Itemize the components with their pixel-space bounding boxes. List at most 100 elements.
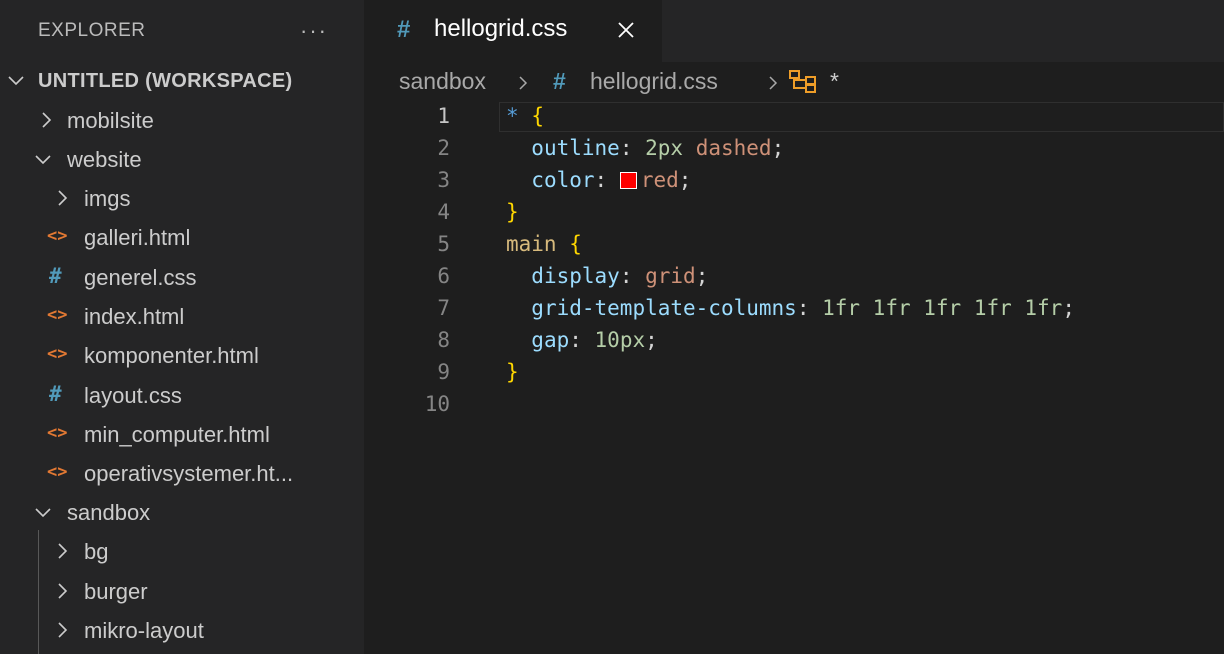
code-token: gap bbox=[531, 328, 570, 352]
tree-item-label: bg bbox=[84, 539, 109, 564]
tree-item-label: burger bbox=[84, 579, 148, 604]
code-line: 5 main { bbox=[364, 230, 1224, 262]
code-token: dashed bbox=[695, 136, 772, 160]
tree-item-label: layout.css bbox=[84, 383, 182, 408]
code-token: { bbox=[569, 232, 582, 256]
code-token: color bbox=[531, 168, 595, 192]
tree-item-website[interactable]: website bbox=[0, 140, 364, 179]
chevron-down-icon bbox=[8, 76, 24, 86]
tree-item-sandbox[interactable]: sandbox bbox=[0, 493, 364, 532]
close-icon[interactable] bbox=[616, 20, 636, 40]
workspace-label: UNTITLED (WORKSPACE) bbox=[38, 69, 293, 92]
code-token: { bbox=[531, 104, 544, 128]
tree-item-label: website bbox=[67, 147, 142, 172]
line-number: 5 bbox=[437, 232, 450, 256]
chevron-right-icon bbox=[58, 622, 68, 638]
tab-bar: # hellogrid.css bbox=[364, 0, 1224, 62]
tree-item-min-computer-html[interactable]: <> min_computer.html bbox=[0, 415, 364, 454]
tree-item-label: sandbox bbox=[67, 500, 151, 525]
html-file-icon: <> bbox=[47, 462, 68, 482]
tree-item-galleri-html[interactable]: <> galleri.html bbox=[0, 218, 364, 257]
code-line: 9 } bbox=[364, 358, 1224, 390]
explorer-sidebar: EXPLORER ··· UNTITLED (WORKSPACE) mobils… bbox=[0, 0, 364, 654]
code-line: 2 outline: 2px dashed; bbox=[364, 134, 1224, 166]
chevron-right-icon bbox=[58, 583, 68, 599]
code-line: 3 color: red; bbox=[364, 166, 1224, 198]
code-line: 6 display: grid; bbox=[364, 262, 1224, 294]
tree-item-layout-css[interactable]: # layout.css bbox=[0, 376, 364, 415]
chevron-right-icon bbox=[58, 543, 68, 559]
breadcrumb-file[interactable]: hellogrid.css bbox=[590, 68, 718, 95]
html-file-icon: <> bbox=[47, 344, 68, 364]
line-number: 4 bbox=[437, 200, 450, 224]
code-line: 8 gap: 10px; bbox=[364, 326, 1224, 358]
tree-item-label: index.html bbox=[84, 304, 185, 329]
line-number: 10 bbox=[424, 392, 450, 416]
tree-item-label: mikro-layout bbox=[84, 618, 204, 643]
color-swatch[interactable] bbox=[619, 172, 637, 189]
css-file-icon: # bbox=[49, 264, 62, 288]
chevron-right-icon bbox=[42, 112, 52, 128]
html-file-icon: <> bbox=[47, 305, 68, 325]
more-actions-icon[interactable]: ··· bbox=[300, 18, 328, 44]
tree-item-imgs[interactable]: imgs bbox=[0, 179, 364, 218]
chevron-down-icon bbox=[35, 155, 51, 165]
breadcrumb-symbol[interactable]: * bbox=[830, 68, 839, 95]
css-file-icon: # bbox=[49, 382, 62, 406]
tree-item-label: galleri.html bbox=[84, 225, 191, 250]
tree-item-mikro-layout[interactable]: mikro-layout bbox=[0, 611, 364, 650]
line-number: 2 bbox=[437, 136, 450, 160]
workspace-root[interactable]: UNTITLED (WORKSPACE) bbox=[0, 62, 364, 100]
line-number: 1 bbox=[437, 104, 450, 128]
css-file-icon: # bbox=[397, 16, 411, 43]
code-editor[interactable]: 1 * { 2 outline: 2px dashed; 3 color: re… bbox=[364, 102, 1224, 654]
code-token: * bbox=[506, 104, 519, 128]
symbol-structure-icon bbox=[789, 70, 816, 93]
line-number: 6 bbox=[437, 264, 450, 288]
chevron-right-icon bbox=[769, 76, 778, 90]
tree-item-komponenter-html[interactable]: <> komponenter.html bbox=[0, 336, 364, 375]
breadcrumb: sandbox # hellogrid.css * bbox=[364, 62, 1224, 104]
line-number: 3 bbox=[437, 168, 450, 192]
code-token: main bbox=[506, 232, 557, 256]
tree-item-burger[interactable]: burger bbox=[0, 572, 364, 611]
line-number: 8 bbox=[437, 328, 450, 352]
code-token: display bbox=[531, 264, 620, 288]
css-file-icon: # bbox=[553, 68, 566, 94]
code-token: 10px bbox=[594, 328, 646, 352]
tree-item-label: mobilsite bbox=[67, 108, 154, 133]
code-line: 1 * { bbox=[364, 102, 1224, 134]
tab-label: hellogrid.css bbox=[434, 15, 568, 42]
code-token: grid bbox=[645, 264, 696, 288]
tree-item-mobilsite[interactable]: mobilsite bbox=[0, 101, 364, 140]
tree-item-generel-css[interactable]: # generel.css bbox=[0, 258, 364, 297]
code-token: } bbox=[506, 360, 519, 384]
html-file-icon: <> bbox=[47, 423, 68, 443]
chevron-right-icon bbox=[519, 76, 528, 90]
tab-hellogrid-css[interactable]: # hellogrid.css bbox=[364, 0, 662, 62]
tree-item-label: imgs bbox=[84, 186, 131, 211]
code-token: grid-template-columns bbox=[531, 296, 797, 320]
code-line: 7 grid-template-columns: 1fr 1fr 1fr 1fr… bbox=[364, 294, 1224, 326]
line-number: 7 bbox=[437, 296, 450, 320]
tree-item-label: operativsystemer.ht... bbox=[84, 461, 294, 486]
explorer-title: EXPLORER bbox=[38, 20, 146, 41]
code-line: 4 } bbox=[364, 198, 1224, 230]
tree-item-label: min_computer.html bbox=[84, 422, 270, 447]
code-token: } bbox=[506, 200, 519, 224]
code-line: 10 bbox=[364, 390, 1224, 422]
tree-item-operativsystemer-html[interactable]: <> operativsystemer.ht... bbox=[0, 454, 364, 493]
explorer-header: EXPLORER ··· bbox=[0, 0, 364, 62]
html-file-icon: <> bbox=[47, 226, 68, 246]
chevron-down-icon bbox=[35, 508, 51, 518]
code-token: outline bbox=[531, 136, 620, 160]
code-token: 1fr 1fr 1fr 1fr 1fr bbox=[822, 296, 1063, 320]
chevron-right-icon bbox=[58, 190, 68, 206]
breadcrumb-folder[interactable]: sandbox bbox=[399, 68, 486, 95]
current-line-highlight bbox=[499, 102, 1224, 132]
tree-item-label: generel.css bbox=[84, 265, 197, 290]
line-number: 9 bbox=[437, 360, 450, 384]
code-token: red bbox=[640, 168, 679, 192]
tree-item-bg[interactable]: bg bbox=[0, 532, 364, 571]
tree-item-index-html[interactable]: <> index.html bbox=[0, 297, 364, 336]
